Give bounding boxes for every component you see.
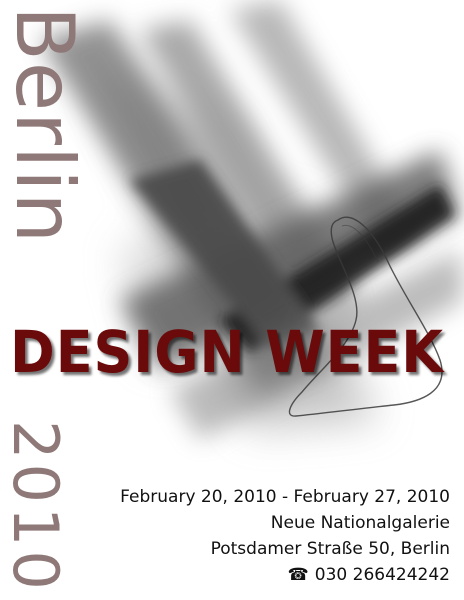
event-venue: Neue Nationalgalerie [270, 513, 450, 533]
event-phone: 030 266424242 [314, 565, 450, 585]
city-vertical-title: Berlin [0, 6, 91, 245]
telephone-icon: ☎ [287, 565, 309, 585]
event-address: Potsdamer Straße 50, Berlin [210, 539, 450, 559]
event-dates: February 20, 2010 - February 27, 2010 [120, 487, 450, 507]
year-vertical-title: 2010 [0, 420, 72, 594]
event-headline: DESIGN WEEK [10, 318, 444, 386]
event-info: February 20, 2010 - February 27, 2010 Ne… [120, 484, 450, 588]
poster: Berlin 2010 DESIGN WEEK February 20, 201… [0, 0, 464, 600]
event-phone-line: ☎ 030 266424242 [120, 562, 450, 588]
